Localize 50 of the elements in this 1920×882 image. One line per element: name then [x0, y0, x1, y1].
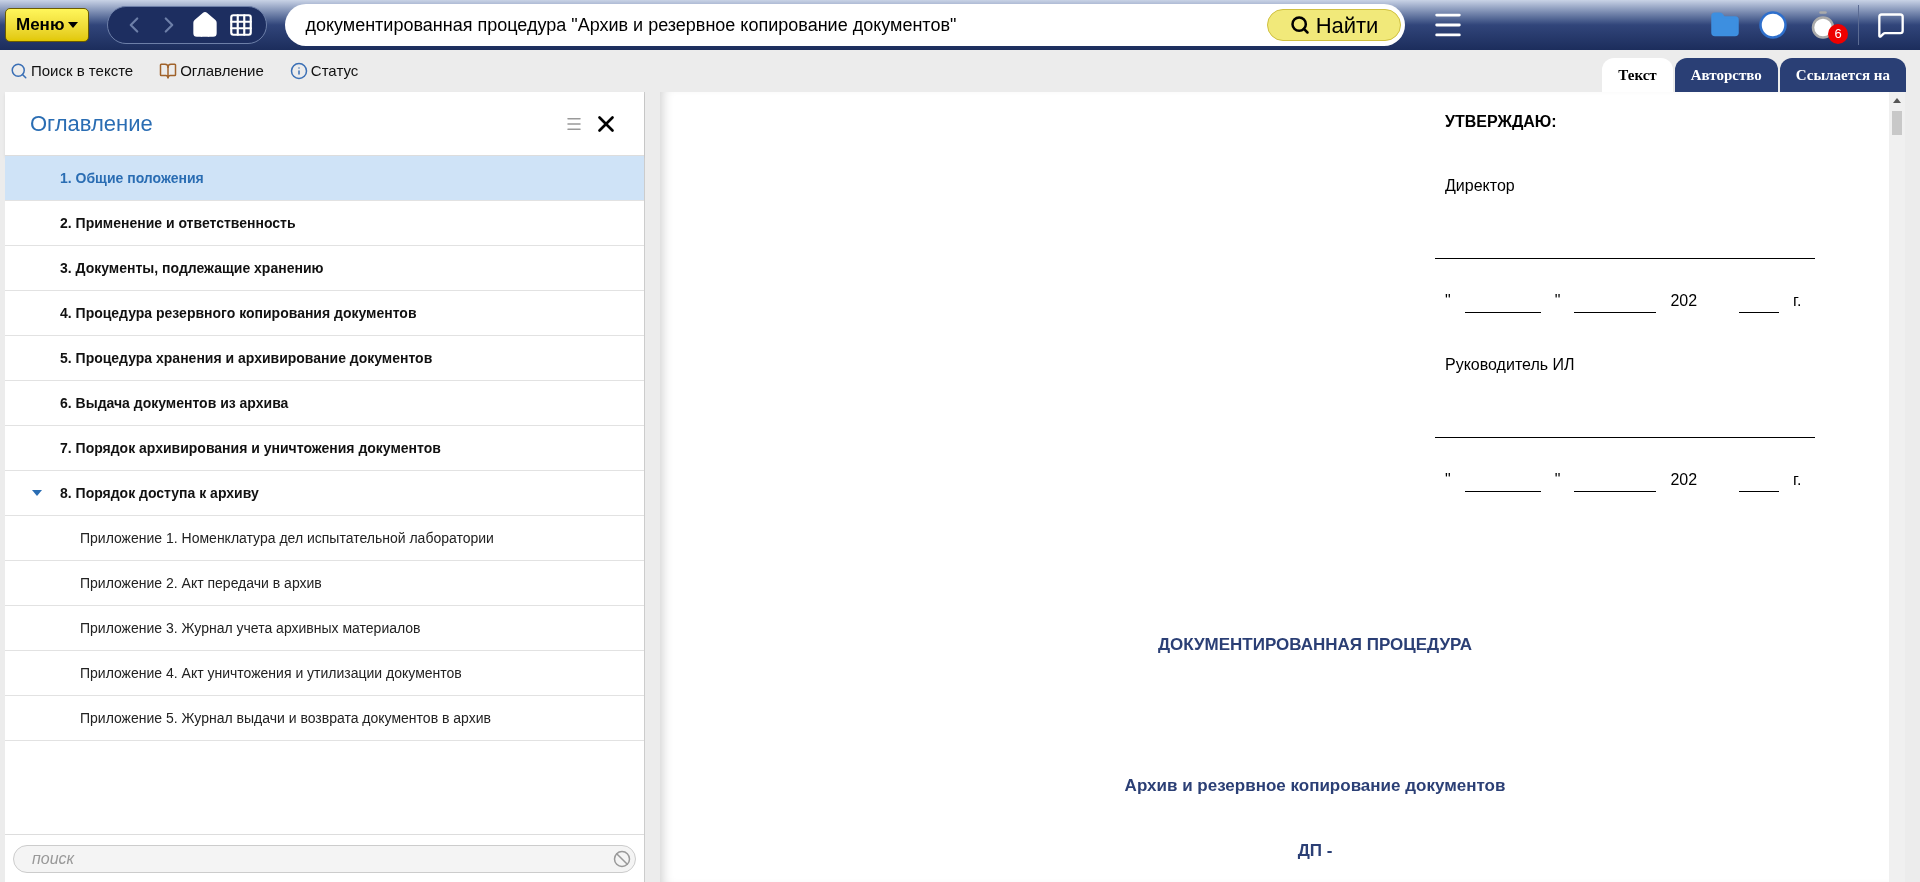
contents-button[interactable]: Оглавление: [159, 59, 264, 83]
magnifier-icon: [10, 62, 28, 80]
search-icon: [1289, 15, 1310, 35]
tab[interactable]: Ссылается на: [1779, 58, 1906, 92]
signer-title: Директор: [1445, 176, 1516, 196]
find-button[interactable]: Найти: [1266, 9, 1402, 41]
toc-item[interactable]: 2. Применение и ответственность: [5, 201, 644, 246]
caret-icon: [68, 22, 79, 28]
year-text: 202: [1670, 470, 1698, 490]
toc-item[interactable]: Приложение 5. Журнал выдачи и возврата документов в архив: [5, 696, 644, 741]
toc-item[interactable]: Приложение 1. Номенклатура дел испытательной лаборатории: [5, 516, 644, 561]
clear-icon[interactable]: [613, 849, 631, 868]
year-text: 202: [1670, 291, 1698, 311]
scrollbar[interactable]: [1889, 92, 1905, 882]
toc-item[interactable]: Приложение 4. Акт уничтожения и утилизации документов: [5, 651, 644, 696]
menu-button[interactable]: Меню: [5, 8, 90, 42]
toc-item[interactable]: 5. Процедура хранения и архивирование документов: [5, 336, 644, 381]
document-code: ДП -: [1297, 840, 1333, 862]
home-icon[interactable]: [190, 11, 219, 39]
quote-mark: ": [1554, 470, 1561, 490]
search-field[interactable]: документированная процедура "Архив и резервное копирование документов" Найти: [285, 4, 1406, 46]
tab[interactable]: Текст: [1602, 58, 1673, 92]
toc-item[interactable]: 4. Процедура резервного копирования документов: [5, 291, 644, 336]
status-button[interactable]: Статус: [289, 59, 359, 83]
quote-mark: ": [1445, 291, 1451, 311]
signer-title: Руководитель ИЛ: [1445, 355, 1576, 375]
search-field[interactable]: поиск: [13, 844, 636, 873]
quote-mark: ": [1445, 470, 1451, 490]
document-subtitle: Архив и резервное копирование документов: [1124, 774, 1506, 797]
panel-title: Оглавление: [30, 110, 154, 138]
toc-item[interactable]: Приложение 2. Акт передачи в архив: [5, 561, 644, 606]
toc-item[interactable]: Приложение 3. Журнал учета архивных материалов: [5, 606, 644, 651]
toc-item[interactable]: 7. Порядок архивирования и уничтожения документов: [5, 426, 644, 471]
tab[interactable]: Авторство: [1674, 58, 1778, 92]
toc-item[interactable]: 6. Выдача документов из архива: [5, 381, 644, 426]
search-in-text-button[interactable]: Поиск в тексте: [10, 59, 134, 83]
quote-mark: ": [1554, 291, 1561, 311]
toc-item[interactable]: 3. Документы, подлежащие хранению: [5, 246, 644, 291]
grid-icon[interactable]: [227, 12, 254, 38]
year-suffix: г.: [1793, 291, 1802, 311]
document-heading: ДОКУМЕНТИРОВАННАЯ ПРОЦЕДУРА: [1157, 634, 1473, 656]
toc-item[interactable]: 8. Порядок доступа к архиву: [5, 471, 644, 516]
expand-caret-icon[interactable]: [32, 490, 42, 496]
feedback-icon[interactable]: [1877, 11, 1905, 39]
notification-badge: 6: [1828, 24, 1848, 44]
year-suffix: г.: [1793, 470, 1802, 490]
toc-item[interactable]: 1. Общие положения: [5, 156, 644, 201]
info-icon: [289, 62, 308, 80]
book-icon: [159, 62, 178, 80]
approval-text: УТВЕРЖДАЮ:: [1445, 112, 1558, 132]
